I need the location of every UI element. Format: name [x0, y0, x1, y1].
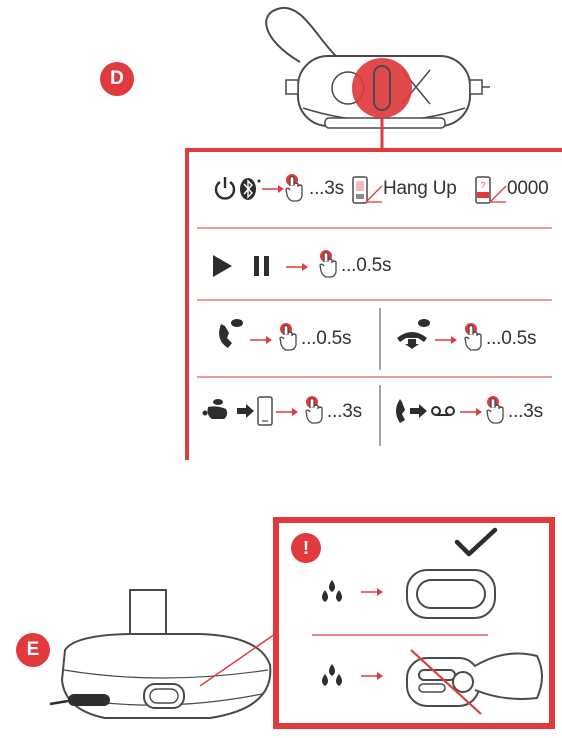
- press-finger-icon: [279, 322, 297, 351]
- pin-code-label: 0000: [507, 178, 549, 199]
- open-port-icon: [406, 649, 543, 715]
- warning-badge: !: [291, 533, 321, 563]
- arrow-icon: [261, 184, 285, 194]
- arrow-icon: [249, 335, 273, 345]
- arrow-icon: [285, 262, 309, 272]
- play-icon: [213, 255, 232, 277]
- pause-icon: [254, 256, 269, 276]
- call-reject-icon: [397, 319, 430, 349]
- press-finger-icon: [319, 249, 337, 278]
- hold-duration-label: ...0.5s: [341, 255, 392, 276]
- section-e-badge: E: [16, 633, 50, 667]
- water-drops-icon: [322, 664, 342, 686]
- right-arrow-icon: [237, 404, 254, 418]
- press-finger-icon: [464, 322, 482, 351]
- slash-line: [365, 185, 383, 203]
- hold-duration-label: ...3s: [327, 401, 362, 422]
- svg-text:?: ?: [481, 181, 486, 190]
- hang-up-label: Hang Up: [383, 178, 457, 199]
- sealed-port-icon: [406, 569, 496, 619]
- arrow-icon: [459, 407, 483, 417]
- slash-line: [489, 185, 507, 203]
- press-finger-icon: [486, 395, 504, 424]
- phone-code-icon: ?: [475, 176, 491, 204]
- hold-duration-label: ...3s: [508, 401, 543, 422]
- check-icon: [454, 527, 498, 557]
- call-answer-icon: [219, 319, 243, 348]
- arrow-icon: [360, 671, 384, 681]
- water-drops-icon: [322, 580, 342, 602]
- instructions-frame: [185, 148, 562, 460]
- hold-duration-label: ...0.5s: [301, 328, 352, 349]
- right-arrow-icon: [410, 404, 427, 418]
- headset-icon: [202, 399, 228, 419]
- hold-duration-label: ...0.5s: [486, 328, 537, 349]
- press-finger-icon: [285, 173, 303, 202]
- press-finger-icon: [305, 395, 323, 424]
- power-icon: [214, 177, 236, 200]
- arrow-icon: [275, 407, 299, 417]
- arrow-icon: [360, 587, 384, 597]
- voicemail-icon: [431, 406, 455, 416]
- hold-duration-label: ...3s: [309, 178, 344, 199]
- arrow-icon: [434, 335, 458, 345]
- bluetooth-icon: [240, 178, 261, 200]
- phone-icon: [257, 396, 273, 426]
